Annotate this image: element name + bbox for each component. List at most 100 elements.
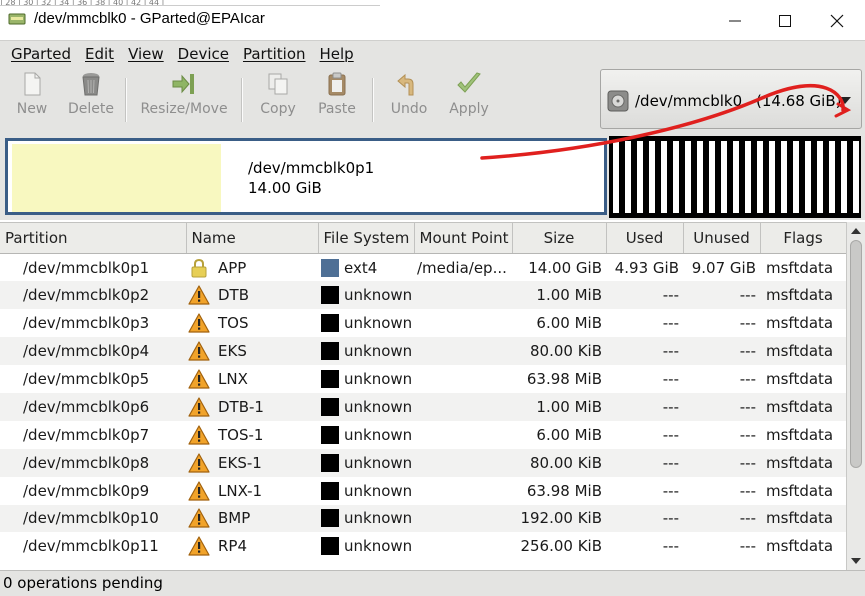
- small-partition-slot[interactable]: [673, 141, 679, 213]
- minimize-icon: [729, 20, 741, 22]
- device-combo-box[interactable]: /dev/mmcblk0 (14.68 GiB): [600, 69, 862, 129]
- small-partition-slot[interactable]: [637, 141, 643, 213]
- small-partition-slot[interactable]: [769, 141, 775, 213]
- ruler-strip: | 28 | 30 | 32 | 34 | 36 | 38 | 40 | 42 …: [0, 0, 380, 6]
- undo-arrow-icon: [397, 73, 414, 96]
- toolbar-separator: [372, 78, 374, 122]
- cell-size: 6.00 MiB: [536, 314, 602, 333]
- table-row[interactable]: /dev/mmcblk0p1 APP ext4/media/ep... 14.00 G…: [0, 254, 846, 282]
- small-partition-slot[interactable]: [721, 141, 727, 213]
- column-header-mount-point[interactable]: Mount Point: [414, 222, 513, 254]
- small-partition-slot[interactable]: [829, 141, 835, 213]
- small-partition-slot[interactable]: [841, 141, 847, 213]
- partition-name-label: EKS: [218, 342, 247, 361]
- small-partition-slot[interactable]: [697, 141, 703, 213]
- warning-icon: [188, 285, 210, 305]
- small-partition-slot[interactable]: [709, 141, 715, 213]
- scroll-down-arrow-icon[interactable]: [851, 558, 861, 564]
- minimize-button[interactable]: [712, 6, 758, 36]
- column-header-size[interactable]: Size: [512, 222, 607, 254]
- column-header-used[interactable]: Used: [606, 222, 684, 254]
- new-button[interactable]: New: [10, 70, 54, 126]
- column-header-partition[interactable]: Partition: [0, 222, 187, 254]
- table-row[interactable]: /dev/mmcblk0p6 DTB-1 unknown 1.00 MiB --- ---…: [0, 392, 846, 421]
- table-row[interactable]: /dev/mmcblk0p5 LNX unknown 63.98 MiB --- --- m…: [0, 365, 846, 393]
- cell-unused: ---: [739, 425, 756, 444]
- toolbar-separator: [125, 78, 127, 122]
- cell-fs: unknown: [318, 532, 414, 560]
- partition-name-label: EKS-1: [218, 453, 262, 472]
- table-row[interactable]: /dev/mmcblk0p2 DTB unknown 1.00 MiB --- --- ms…: [0, 281, 846, 310]
- table-row[interactable]: /dev/mmcblk0p8 EKS-1 unknown 80.00 KiB --- --…: [0, 448, 846, 477]
- table-row[interactable]: /dev/mmcblk0p11 RP4 unknown 256.00 KiB --- --…: [0, 532, 846, 560]
- small-partition-slot[interactable]: [661, 141, 667, 213]
- table-row[interactable]: /dev/mmcblk0p7 TOS-1 unknown 6.00 MiB --- ---…: [0, 421, 846, 449]
- vertical-scrollbar[interactable]: [846, 222, 865, 570]
- partition-name-label: RP4: [218, 537, 248, 556]
- cell-flags: msftdata: [766, 258, 834, 277]
- scroll-up-arrow-icon[interactable]: [851, 228, 861, 234]
- cell-fs: unknown: [318, 337, 414, 366]
- partition-graph-p1[interactable]: /dev/mmcblk0p1 14.00 GiB: [5, 138, 607, 215]
- small-partition-slot[interactable]: [757, 141, 763, 213]
- filesystem-color-swatch: [321, 481, 339, 500]
- small-partition-slot[interactable]: [745, 141, 751, 213]
- partition-name-label: LNX-1: [218, 481, 263, 500]
- small-partition-slot[interactable]: [781, 141, 787, 213]
- cell-partition: /dev/mmcblk0p9: [23, 481, 150, 500]
- scrollbar-thumb[interactable]: [850, 240, 862, 468]
- close-button[interactable]: [814, 6, 860, 36]
- menu-partition[interactable]: Partition: [236, 45, 313, 63]
- filesystem-label: unknown: [344, 286, 413, 305]
- table-row[interactable]: /dev/mmcblk0p9 LNX-1 unknown 63.98 MiB --- --…: [0, 477, 846, 505]
- maximize-button[interactable]: [762, 6, 808, 36]
- small-partitions-graph[interactable]: [609, 136, 861, 218]
- cell-name: LNX-1: [186, 477, 318, 505]
- cell-fs: unknown: [318, 365, 414, 393]
- small-partition-slot[interactable]: [733, 141, 739, 213]
- gparted-app-icon: [8, 13, 26, 25]
- menu-help[interactable]: Help: [313, 45, 361, 63]
- apply-button[interactable]: Apply: [444, 70, 494, 126]
- cell-used: 4.93 GiB: [614, 258, 679, 277]
- table-row[interactable]: /dev/mmcblk0p10 BMP unknown 192.00 KiB --- --…: [0, 504, 846, 533]
- cell-size: 192.00 KiB: [512, 504, 606, 533]
- cell-partition: /dev/mmcblk0p3: [23, 314, 150, 333]
- undo-button[interactable]: Undo: [386, 70, 432, 126]
- column-header-unused[interactable]: Unused: [683, 222, 761, 254]
- menu-gparted[interactable]: GParted: [4, 45, 78, 63]
- cell-unused: 9.07 GiB: [691, 258, 756, 277]
- table-row[interactable]: /dev/mmcblk0p4 EKS unknown 80.00 KiB --- --- m…: [0, 337, 846, 366]
- warning-icon: [188, 313, 210, 333]
- filesystem-color-swatch: [321, 425, 339, 444]
- copy-button[interactable]: Copy: [255, 70, 301, 126]
- filesystem-color-swatch: [321, 286, 339, 305]
- resize-move-icon: [172, 74, 194, 94]
- small-partition-slot[interactable]: [805, 141, 811, 213]
- menu-edit[interactable]: Edit: [78, 45, 121, 63]
- small-partition-slot[interactable]: [625, 141, 631, 213]
- resize-move-button[interactable]: Resize/Move: [136, 70, 232, 126]
- small-partition-slot[interactable]: [649, 141, 655, 213]
- paste-label: Paste: [318, 101, 356, 117]
- column-header-name[interactable]: Name: [186, 222, 319, 254]
- column-header-flags[interactable]: Flags: [760, 222, 846, 254]
- filesystem-color-swatch: [321, 509, 339, 528]
- cell-mount: /media/ep...: [417, 258, 507, 277]
- cell-mount: [414, 532, 512, 560]
- column-header-file-system[interactable]: File System: [318, 222, 415, 254]
- toolbar-separator: [241, 78, 243, 122]
- small-partition-slot[interactable]: [817, 141, 823, 213]
- cell-unused: ---: [739, 481, 756, 500]
- paste-button[interactable]: Paste: [314, 70, 360, 126]
- delete-button[interactable]: Delete: [64, 70, 118, 126]
- small-partition-slot[interactable]: [853, 141, 859, 213]
- menu-device[interactable]: Device: [171, 45, 236, 63]
- small-partition-slot[interactable]: [613, 141, 619, 213]
- menu-view[interactable]: View: [121, 45, 171, 63]
- cell-mount: [414, 504, 512, 533]
- small-partition-slot[interactable]: [685, 141, 691, 213]
- small-partition-slot[interactable]: [793, 141, 799, 213]
- cell-fs: unknown: [318, 448, 414, 477]
- table-row[interactable]: /dev/mmcblk0p3 TOS unknown 6.00 MiB --- --- ms…: [0, 309, 846, 337]
